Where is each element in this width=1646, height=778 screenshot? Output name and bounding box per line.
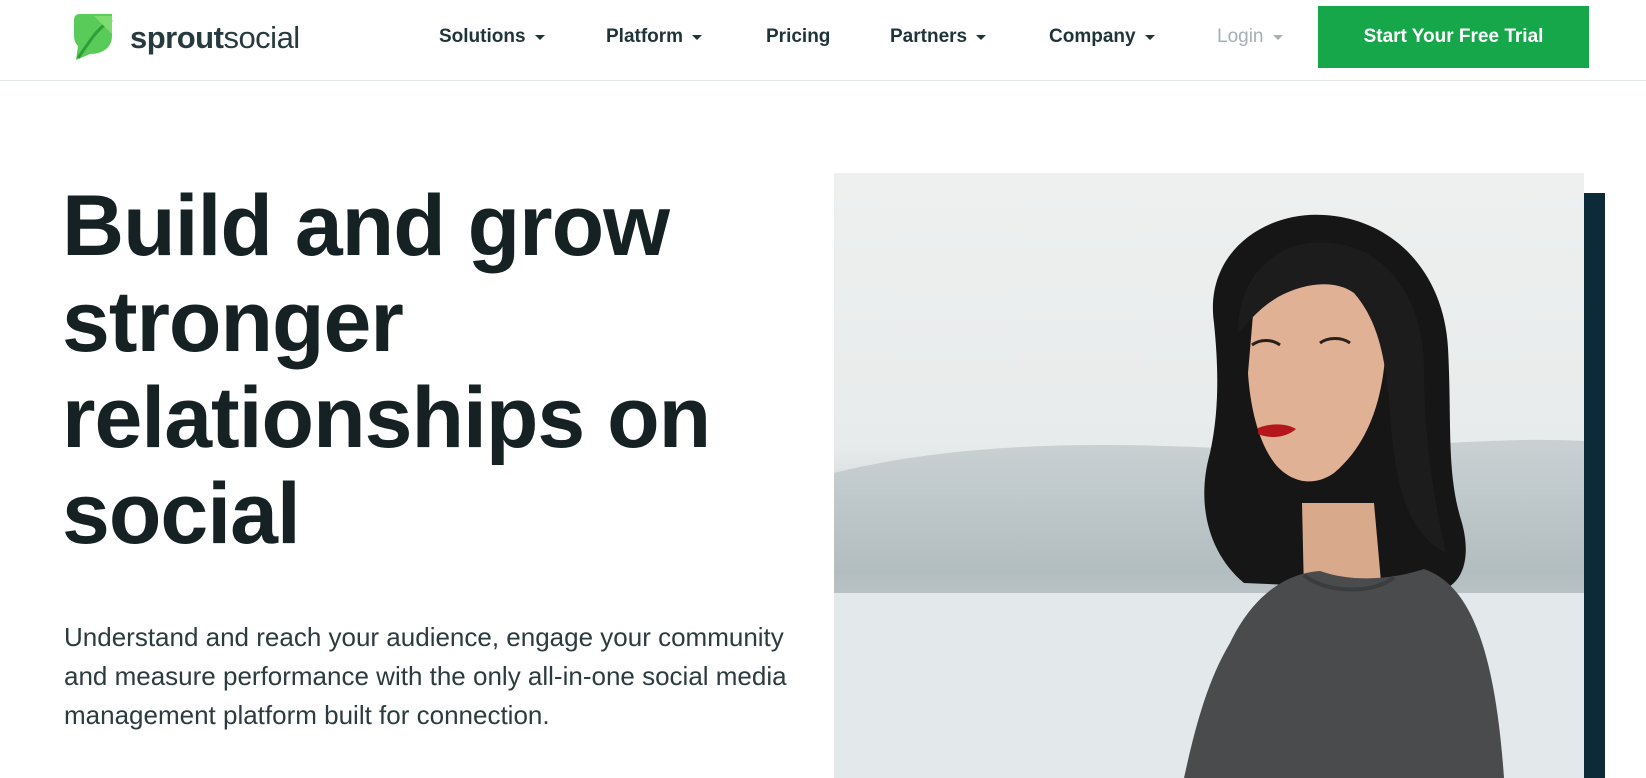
nav-pricing[interactable]: Pricing xyxy=(766,24,830,50)
start-free-trial-button[interactable]: Start Your Free Trial xyxy=(1318,6,1589,68)
logo-word-sprout: sprout xyxy=(130,19,224,55)
hero-subheadline: Understand and reach your audience, enga… xyxy=(64,622,787,730)
nav-login-label: Login xyxy=(1217,26,1264,47)
chevron-down-icon xyxy=(1272,34,1283,40)
nav-pricing-label: Pricing xyxy=(766,26,831,47)
site-header: sproutsocial Solutions Platform Pricing … xyxy=(0,0,1646,81)
hero-photo xyxy=(834,173,1584,778)
hero-headline: Build and grow stronger relationships on… xyxy=(62,178,711,562)
nav-partners-label: Partners xyxy=(890,26,968,47)
hero-portrait-illustration xyxy=(834,214,1584,778)
chevron-down-icon xyxy=(534,34,545,40)
nav-platform-label: Platform xyxy=(606,26,684,47)
logo-word-social: social xyxy=(223,19,300,55)
chevron-down-icon xyxy=(1144,34,1155,40)
nav-partners[interactable]: Partners xyxy=(890,24,987,50)
leaf-icon xyxy=(74,14,113,60)
nav-solutions[interactable]: Solutions xyxy=(439,24,545,50)
chevron-down-icon xyxy=(976,34,987,40)
hero-accent-bar xyxy=(1584,193,1605,778)
nav-platform[interactable]: Platform xyxy=(606,24,703,50)
chevron-down-icon xyxy=(692,34,703,40)
nav-solutions-label: Solutions xyxy=(439,26,526,47)
sprout-social-logo[interactable]: sproutsocial xyxy=(72,12,300,62)
nav-company[interactable]: Company xyxy=(1049,24,1155,50)
nav-company-label: Company xyxy=(1049,26,1136,47)
logo-wordmark: sproutsocial xyxy=(130,22,300,53)
nav-login[interactable]: Login xyxy=(1217,24,1283,50)
